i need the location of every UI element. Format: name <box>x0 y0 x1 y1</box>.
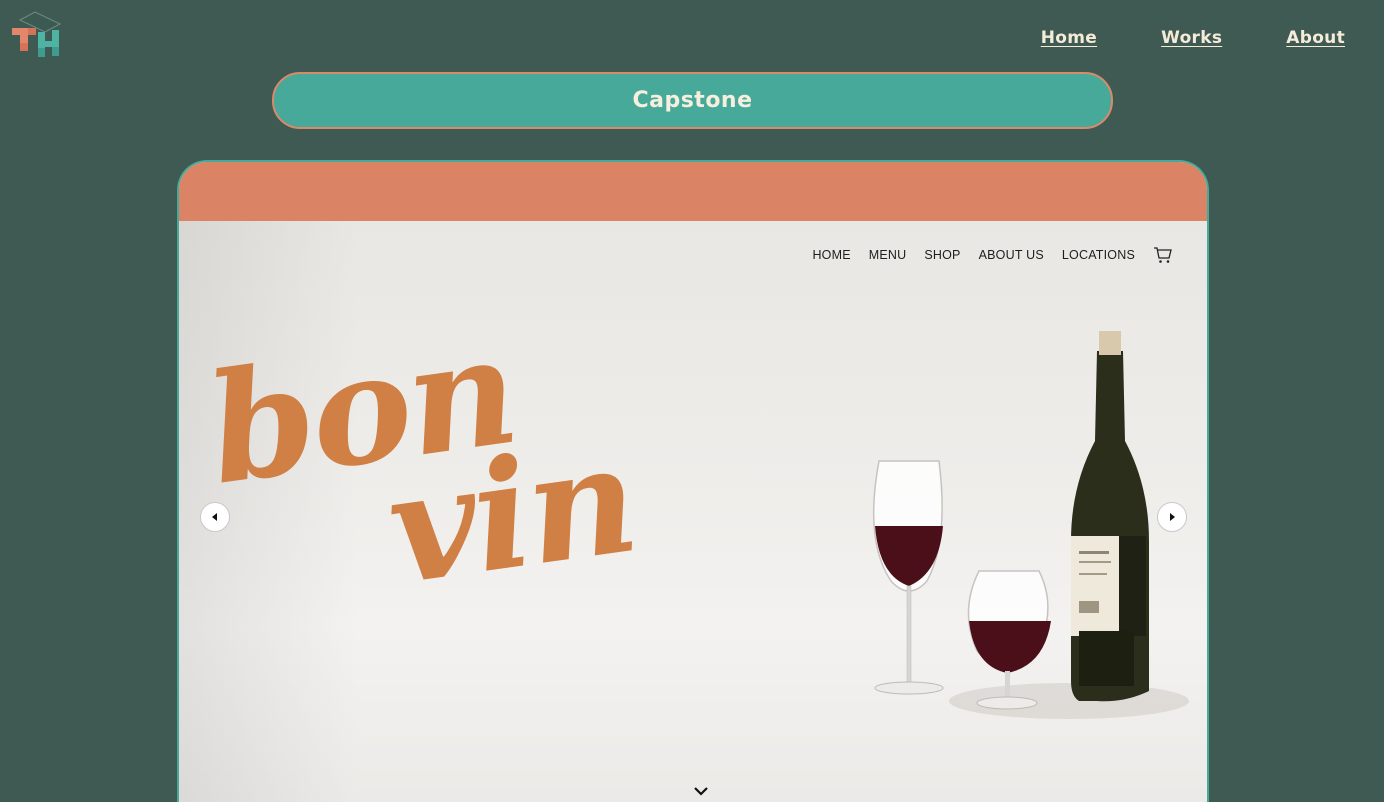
project-preview-frame: HOME MENU SHOP ABOUT US LOCATIONS bon vi… <box>177 160 1209 802</box>
nav-home-link[interactable]: Home <box>1041 28 1097 48</box>
site-nav-menu[interactable]: MENU <box>869 248 907 262</box>
logo[interactable] <box>8 10 62 60</box>
site-nav-home[interactable]: HOME <box>812 248 850 262</box>
th-block-logo-icon <box>12 11 62 57</box>
nav-works-link[interactable]: Works <box>1161 28 1222 48</box>
project-title: Capstone <box>272 72 1113 129</box>
brand-word-vin: vin <box>378 410 645 619</box>
carousel-prev-button[interactable] <box>200 502 230 532</box>
site-nav-shop[interactable]: SHOP <box>924 248 960 262</box>
arrow-left-icon <box>212 513 217 521</box>
hero-slide: HOME MENU SHOP ABOUT US LOCATIONS bon vi… <box>179 221 1207 802</box>
site-nav-about-us[interactable]: ABOUT US <box>979 248 1044 262</box>
chevron-down-icon[interactable] <box>693 786 709 796</box>
site-nav: HOME MENU SHOP ABOUT US LOCATIONS <box>812 246 1173 264</box>
brand-wordmark: bon vin <box>198 302 645 619</box>
wine-still-life-image <box>872 331 1189 719</box>
arrow-right-icon <box>1170 513 1175 521</box>
nav-about-link[interactable]: About <box>1286 28 1345 48</box>
top-nav: Home Works About <box>1041 28 1345 48</box>
cart-icon[interactable] <box>1153 246 1173 264</box>
frame-header-bar <box>179 162 1207 221</box>
carousel-next-button[interactable] <box>1157 502 1187 532</box>
site-nav-locations[interactable]: LOCATIONS <box>1062 248 1135 262</box>
